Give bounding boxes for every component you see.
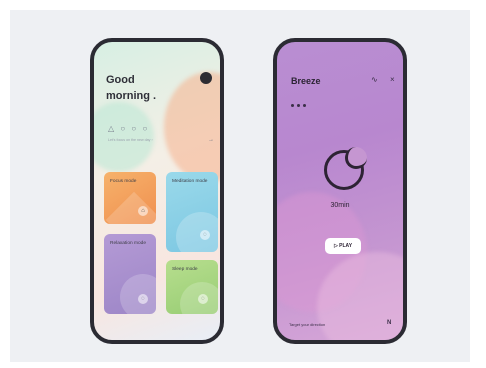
greeting-line1: Good <box>106 74 135 86</box>
footer-icon[interactable]: N <box>387 320 391 326</box>
avatar[interactable] <box>200 72 212 84</box>
moon-icon <box>324 147 367 190</box>
card-meditation-mode[interactable]: Meditation mode ◌ <box>166 172 218 252</box>
bg-blob <box>94 102 154 172</box>
close-icon[interactable]: × <box>390 75 395 84</box>
duration-label: 30min <box>330 202 350 209</box>
bg-blob <box>164 72 220 182</box>
play-button[interactable]: ▷ PLAY <box>325 238 361 254</box>
subtitle: Let's focus on the new day › <box>108 138 153 142</box>
home-icon: ⌂ <box>138 206 148 216</box>
greeting: Good morning . <box>106 72 156 104</box>
wave-icon: ◌ <box>200 230 210 240</box>
background: Good morning . △ ○ ○ ○ Let's focus on th… <box>10 10 470 362</box>
card-label: Meditation mode <box>172 179 208 184</box>
card-label: Sleep mode <box>172 267 198 272</box>
leaf-icon: ◌ <box>138 294 148 304</box>
footer-text[interactable]: Target your direction <box>289 322 325 327</box>
mood-icons[interactable]: △ ○ ○ ○ <box>108 124 149 133</box>
arrow-icon[interactable]: → <box>208 137 214 143</box>
phone-player: Breeze ∿ × 30min ▷ PLAY Target your dire… <box>273 38 407 344</box>
card-sleep-mode[interactable]: Sleep mode ◌ <box>166 260 218 314</box>
phone-home: Good morning . △ ○ ○ ○ Let's focus on th… <box>90 38 224 344</box>
card-relaxation-mode[interactable]: Relaxation mode ◌ <box>104 234 156 314</box>
card-focus-mode[interactable]: Focus mode ⌂ <box>104 172 156 224</box>
card-label: Relaxation mode <box>110 241 146 246</box>
page-title: Breeze <box>291 76 321 86</box>
moon-icon: ◌ <box>198 294 208 304</box>
decor-shape <box>176 212 218 252</box>
pulse-icon[interactable]: ∿ <box>371 75 378 84</box>
card-label: Focus mode <box>110 179 137 184</box>
decor-shape <box>120 274 156 314</box>
decor-shape <box>105 191 156 224</box>
page-indicator <box>291 94 311 107</box>
greeting-line2: morning . <box>106 90 157 102</box>
